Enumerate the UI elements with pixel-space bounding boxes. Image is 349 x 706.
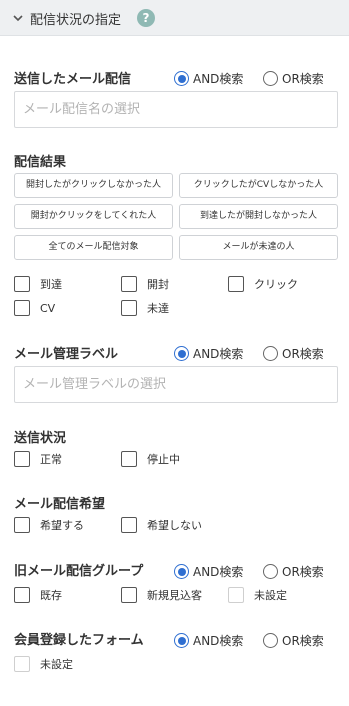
delivery-or-radio[interactable]: OR検索 bbox=[263, 70, 324, 87]
wish-label: メール配信希望 bbox=[14, 497, 106, 512]
result-button-open-or-click[interactable]: 開封かクリックをしてくれた人 bbox=[14, 204, 173, 229]
old-group-and-label: AND検索 bbox=[193, 565, 244, 579]
check-click-label: クリック bbox=[254, 278, 298, 291]
radio-selected-icon bbox=[174, 71, 189, 86]
check-normal[interactable]: 正常 bbox=[14, 451, 62, 467]
check-existing-label: 既存 bbox=[40, 589, 62, 602]
delivery-and-radio[interactable]: AND検索 bbox=[174, 70, 243, 87]
checkbox-icon bbox=[121, 587, 137, 603]
checkbox-icon bbox=[121, 451, 137, 467]
check-click[interactable]: クリック bbox=[228, 276, 298, 292]
checkbox-icon bbox=[121, 276, 137, 292]
old-group-and-radio[interactable]: AND検索 bbox=[174, 563, 243, 580]
checkbox-icon bbox=[14, 587, 30, 603]
check-reached[interactable]: 到達 bbox=[14, 276, 62, 292]
check-wish-yes[interactable]: 希望する bbox=[14, 517, 84, 533]
mail-label-or-radio[interactable]: OR検索 bbox=[263, 345, 324, 362]
delivery-and-label: AND検索 bbox=[193, 72, 244, 86]
form-and-label: AND検索 bbox=[193, 634, 244, 648]
old-group-or-radio[interactable]: OR検索 bbox=[263, 563, 324, 580]
checkbox-icon bbox=[228, 587, 244, 603]
check-group-unset: 未設定 bbox=[228, 587, 287, 603]
radio-selected-icon bbox=[174, 564, 189, 579]
radio-selected-icon bbox=[174, 633, 189, 648]
form-or-radio[interactable]: OR検索 bbox=[263, 632, 324, 649]
radio-selected-icon bbox=[174, 346, 189, 361]
check-opened[interactable]: 開封 bbox=[121, 276, 169, 292]
old-group-label: 旧メール配信グループ bbox=[14, 564, 144, 579]
result-label: 配信結果 bbox=[14, 155, 67, 170]
check-cv[interactable]: CV bbox=[14, 300, 55, 316]
delivery-select-input[interactable]: メール配信名の選択 bbox=[14, 91, 338, 128]
checkbox-icon bbox=[228, 276, 244, 292]
delivery-label: 送信したメール配信 bbox=[14, 72, 132, 87]
check-stopped-label: 停止中 bbox=[147, 453, 180, 466]
form-or-label: OR検索 bbox=[282, 634, 324, 648]
check-existing[interactable]: 既存 bbox=[14, 587, 62, 603]
section-header[interactable]: 配信状況の指定 ? bbox=[0, 0, 349, 36]
result-button-undelivered[interactable]: メールが未達の人 bbox=[179, 235, 338, 260]
check-cv-label: CV bbox=[40, 301, 56, 315]
result-button-reached-not-opened[interactable]: 到達したが開封しなかった人 bbox=[179, 204, 338, 229]
checkbox-icon bbox=[14, 300, 30, 316]
check-reached-label: 到達 bbox=[40, 278, 62, 291]
old-group-or-label: OR検索 bbox=[282, 565, 324, 579]
help-icon[interactable]: ? bbox=[137, 9, 155, 27]
result-button-click-no-cv[interactable]: クリックしたがCVしなかった人 bbox=[179, 173, 338, 198]
delivery-or-label: OR検索 bbox=[282, 72, 324, 86]
mail-label-or-label: OR検索 bbox=[282, 347, 324, 361]
checkbox-icon bbox=[14, 451, 30, 467]
form-label: 会員登録したフォーム bbox=[14, 633, 144, 648]
check-stopped[interactable]: 停止中 bbox=[121, 451, 180, 467]
form-and-radio[interactable]: AND検索 bbox=[174, 632, 243, 649]
radio-unselected-icon bbox=[263, 346, 278, 361]
check-group-unset-label: 未設定 bbox=[254, 589, 287, 602]
checkbox-icon bbox=[14, 276, 30, 292]
radio-unselected-icon bbox=[263, 564, 278, 579]
check-normal-label: 正常 bbox=[40, 453, 62, 466]
radio-unselected-icon bbox=[263, 71, 278, 86]
check-new-prospect-label: 新規見込客 bbox=[147, 589, 202, 602]
checkbox-icon bbox=[121, 517, 137, 533]
result-button-all-targets[interactable]: 全てのメール配信対象 bbox=[14, 235, 173, 260]
mail-label-and-radio[interactable]: AND検索 bbox=[174, 345, 243, 362]
check-undelivered-label: 未達 bbox=[147, 302, 169, 315]
check-wish-no-label: 希望しない bbox=[147, 519, 202, 532]
checkbox-icon bbox=[14, 656, 30, 672]
check-undelivered[interactable]: 未達 bbox=[121, 300, 169, 316]
check-new-prospect[interactable]: 新規見込客 bbox=[121, 587, 202, 603]
mail-label-and-label: AND検索 bbox=[193, 347, 244, 361]
status-label: 送信状況 bbox=[14, 431, 67, 446]
mail-label-label: メール管理ラベル bbox=[14, 347, 119, 362]
checkbox-icon bbox=[121, 300, 137, 316]
check-wish-no[interactable]: 希望しない bbox=[121, 517, 202, 533]
check-opened-label: 開封 bbox=[147, 278, 169, 291]
radio-unselected-icon bbox=[263, 633, 278, 648]
mail-label-select-input[interactable]: メール管理ラベルの選択 bbox=[14, 366, 338, 403]
check-form-unset-label: 未設定 bbox=[40, 658, 73, 671]
checkbox-icon bbox=[14, 517, 30, 533]
check-wish-yes-label: 希望する bbox=[40, 519, 84, 532]
check-form-unset: 未設定 bbox=[14, 656, 73, 672]
result-button-opened-no-click[interactable]: 開封したがクリックしなかった人 bbox=[14, 173, 173, 198]
chevron-down-icon bbox=[13, 15, 23, 22]
section-title: 配信状況の指定 bbox=[30, 13, 122, 28]
